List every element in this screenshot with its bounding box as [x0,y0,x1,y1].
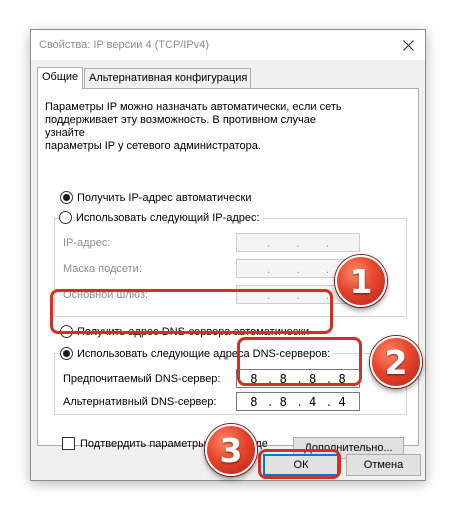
preferred-dns-label: Предпочитаемый DNS-сервер: [63,373,221,385]
dns-manual-label: Использовать следующие адреса DNS-сервер… [77,347,331,360]
ip-address-input[interactable]: ... [236,233,360,252]
tab-alternate-config[interactable]: Альтернативная конфигурация [84,68,251,89]
tab-general[interactable]: Общие [37,67,83,89]
window-title: Свойства: IP версии 4 (TCP/IPv4) [39,39,210,51]
radio-button-icon [59,211,72,224]
ip-address-label: IP-адрес: [63,237,111,249]
description-text: Параметры IP можно назначать автоматичес… [45,101,342,152]
ip-auto-option[interactable]: Получить IP-адрес автоматически [60,191,251,204]
subnet-mask-label: Маска подсети: [63,263,142,275]
ok-button[interactable]: ОК [263,454,339,476]
cancel-button[interactable]: Отмена [346,454,421,476]
title-bar: Свойства: IP версии 4 (TCP/IPv4) [31,30,425,60]
dns-auto-option[interactable]: Получить адрес DNS-сервера автоматически [60,325,309,338]
ip-manual-label: Использовать следующий IP-адрес: [76,211,260,224]
dns-manual-option[interactable]: Использовать следующие адреса DNS-сервер… [60,347,334,360]
alternate-dns-input[interactable]: 8. 8. 4. 4 [236,392,360,411]
radio-button-icon [60,191,73,204]
gateway-label: Основной шлюз: [63,289,149,301]
close-icon [402,39,414,51]
step-3-badge: 3 [205,424,257,476]
close-button[interactable] [397,35,419,55]
radio-button-icon [60,325,73,338]
radio-button-icon [60,347,73,360]
preferred-dns-input[interactable]: 8. 8. 8. 8 [236,369,360,388]
ip-manual-option[interactable]: Использовать следующий IP-адрес: [59,211,263,224]
step-2-badge: 2 [370,336,422,388]
step-1-badge: 1 [335,255,387,307]
checkbox-icon [62,437,75,450]
alternate-dns-label: Альтернативный DNS-сервер: [63,396,217,408]
ip-auto-label: Получить IP-адрес автоматически [77,191,252,204]
dns-auto-label: Получить адрес DNS-сервера автоматически [77,325,310,338]
